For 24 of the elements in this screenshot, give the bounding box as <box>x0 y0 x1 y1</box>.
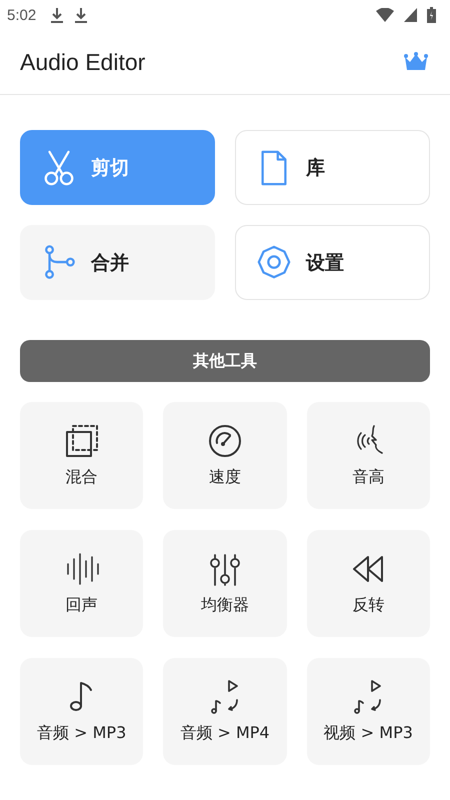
download-icon <box>74 7 88 23</box>
section-header: 其他工具 <box>20 340 430 382</box>
tool-tile[interactable]: 音频 > MP4 <box>163 658 287 765</box>
battery-icon <box>427 7 436 23</box>
app-title: Audio Editor <box>20 48 146 76</box>
octagon-gear-icon <box>256 244 292 280</box>
tool-tile[interactable]: 混合 <box>20 402 144 509</box>
tool-tile[interactable]: 音高 <box>306 402 430 509</box>
wifi-icon <box>376 8 394 22</box>
status-time: 5:02 <box>7 6 36 24</box>
tool-tile[interactable]: 反转 <box>306 530 430 637</box>
tool-tile[interactable]: 速度 <box>163 402 287 509</box>
overlap-squares-icon <box>64 423 100 459</box>
tool-tile[interactable]: 视频 > MP3 <box>306 658 430 765</box>
tool-button[interactable]: 设置 <box>235 225 430 300</box>
tool-tile[interactable]: 均衡器 <box>163 530 287 637</box>
tool-tile[interactable]: 回声 <box>20 530 144 637</box>
gauge-icon <box>206 423 243 459</box>
tool-button[interactable]: 合并 <box>20 225 215 300</box>
crown-icon[interactable] <box>404 52 428 72</box>
download-icon <box>50 7 64 23</box>
tool-tile[interactable]: 音频 > MP3 <box>20 658 144 765</box>
signal-icon <box>404 8 417 22</box>
tool-button[interactable]: 库 <box>235 130 430 205</box>
